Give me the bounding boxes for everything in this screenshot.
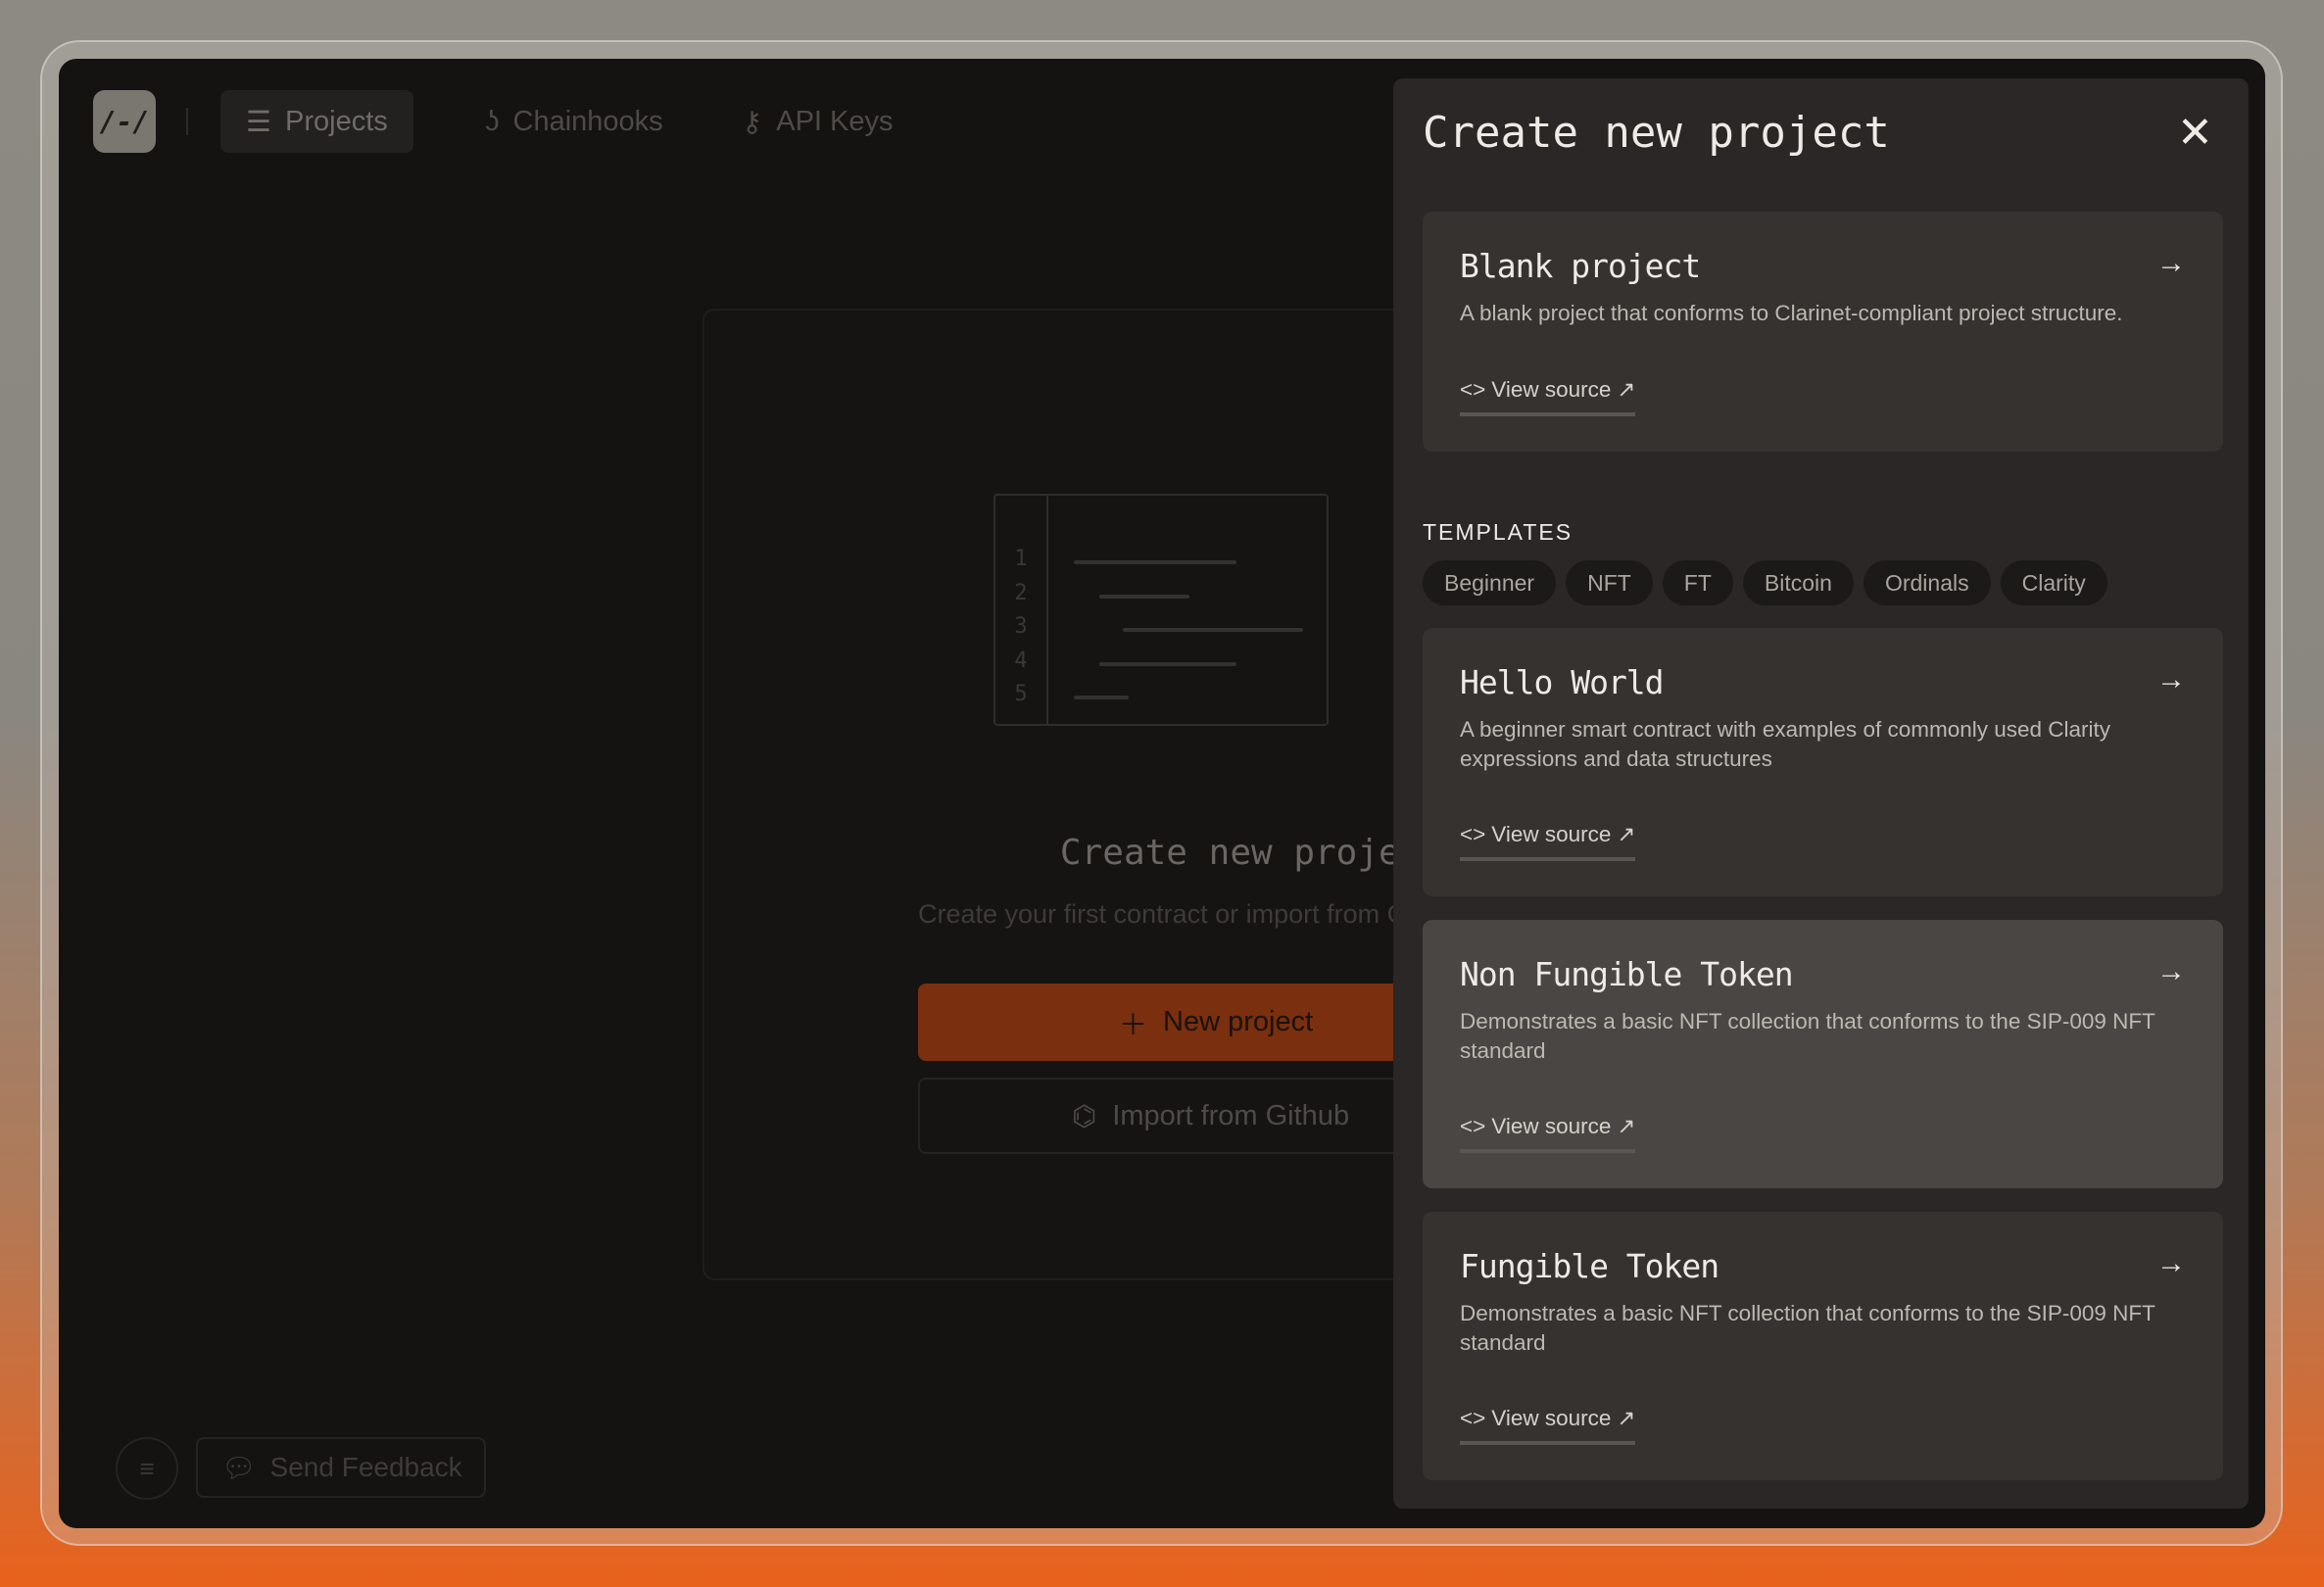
external-link-icon: ↗ bbox=[1617, 1114, 1636, 1138]
card-description: Demonstrates a basic NFT collection that… bbox=[1460, 1301, 2155, 1355]
send-feedback-button[interactable]: 💬︎ Send Feedback bbox=[196, 1437, 486, 1498]
chip-ordinals[interactable]: Ordinals bbox=[1863, 560, 1991, 605]
code-icon: <> bbox=[1460, 1114, 1486, 1138]
menu-button[interactable]: ≡ bbox=[116, 1437, 178, 1500]
menu-icon: ≡ bbox=[139, 1453, 155, 1483]
arrow-right-icon: → bbox=[2156, 1247, 2186, 1279]
card-title: Blank project bbox=[1460, 247, 1701, 285]
nav-chainhooks[interactable]: ʖ Chainhooks bbox=[460, 90, 689, 153]
code-icon: <> bbox=[1460, 822, 1486, 846]
divider bbox=[186, 108, 188, 135]
create-project-panel: Create new project ✕ Blank project → A b… bbox=[1393, 78, 2249, 1509]
chip-beginner[interactable]: Beginner bbox=[1423, 560, 1557, 605]
list-icon: ☰ bbox=[246, 106, 271, 138]
line-number: 3 bbox=[1014, 614, 1028, 639]
button-label: New project bbox=[1163, 1006, 1314, 1037]
link-label: View source bbox=[1491, 1114, 1612, 1138]
view-source-link[interactable]: <> View source ↗ bbox=[1460, 1114, 1636, 1153]
line-number: 1 bbox=[1014, 547, 1028, 571]
button-label: Import from Github bbox=[1112, 1099, 1350, 1131]
chip-bitcoin[interactable]: Bitcoin bbox=[1742, 560, 1854, 605]
card-description: A blank project that conforms to Clarine… bbox=[1460, 301, 2123, 325]
github-icon: ⌬ bbox=[1072, 1100, 1097, 1132]
arrow-right-icon: → bbox=[2156, 663, 2186, 696]
code-illustration: 1 2 3 4 5 bbox=[993, 494, 1329, 726]
card-description: A beginner smart contract with examples … bbox=[1460, 717, 2111, 771]
chip-ft[interactable]: FT bbox=[1662, 560, 1733, 605]
view-source-link[interactable]: <> View source ↗ bbox=[1460, 1406, 1636, 1445]
panel-title: Create new project bbox=[1423, 108, 1890, 158]
line-number: 4 bbox=[1014, 648, 1028, 673]
link-label: View source bbox=[1491, 377, 1612, 402]
card-description: Demonstrates a basic NFT collection that… bbox=[1460, 1009, 2155, 1063]
template-filters: Beginner NFT FT Bitcoin Ordinals Clarity bbox=[1423, 560, 2107, 605]
template-card-hello-world[interactable]: Hello World → A beginner smart contract … bbox=[1423, 628, 2223, 896]
plus-icon: ＋ bbox=[1119, 1009, 1148, 1041]
nav-label: Projects bbox=[285, 105, 388, 137]
nav-label: Chainhooks bbox=[512, 105, 663, 137]
button-label: Send Feedback bbox=[269, 1452, 462, 1482]
hook-icon: ʖ bbox=[485, 105, 500, 137]
card-title: Fungible Token bbox=[1460, 1247, 1719, 1285]
template-card-nft[interactable]: Non Fungible Token → Demonstrates a basi… bbox=[1423, 920, 2223, 1188]
external-link-icon: ↗ bbox=[1617, 822, 1636, 846]
card-title: Hello World bbox=[1460, 663, 1665, 701]
close-icon[interactable]: ✕ bbox=[2177, 108, 2213, 158]
chip-nft[interactable]: NFT bbox=[1566, 560, 1653, 605]
templates-label: TEMPLATES bbox=[1423, 519, 1574, 545]
blank-project-card[interactable]: Blank project → A blank project that con… bbox=[1423, 212, 2223, 452]
nav-projects[interactable]: ☰ Projects bbox=[220, 90, 413, 153]
logo[interactable]: /-/ bbox=[93, 90, 156, 153]
link-label: View source bbox=[1491, 1406, 1612, 1430]
code-icon: <> bbox=[1460, 377, 1486, 402]
chat-icon: 💬︎ bbox=[221, 1452, 257, 1483]
empty-state-subtitle: Create your first contract or import fro… bbox=[918, 899, 1470, 929]
nav-label: API Keys bbox=[776, 105, 894, 137]
key-icon: ⚷ bbox=[742, 106, 763, 138]
external-link-icon: ↗ bbox=[1617, 1406, 1636, 1430]
arrow-right-icon: → bbox=[2156, 247, 2186, 279]
chip-clarity[interactable]: Clarity bbox=[2000, 560, 2107, 605]
view-source-link[interactable]: <> View source ↗ bbox=[1460, 377, 1636, 416]
nav-api-keys[interactable]: ⚷ API Keys bbox=[716, 90, 919, 153]
external-link-icon: ↗ bbox=[1617, 377, 1636, 402]
view-source-link[interactable]: <> View source ↗ bbox=[1460, 822, 1636, 861]
card-title: Non Fungible Token bbox=[1460, 955, 1794, 993]
arrow-right-icon: → bbox=[2156, 955, 2186, 987]
code-icon: <> bbox=[1460, 1406, 1486, 1430]
line-number: 5 bbox=[1014, 682, 1028, 706]
template-card-ft[interactable]: Fungible Token → Demonstrates a basic NF… bbox=[1423, 1212, 2223, 1480]
link-label: View source bbox=[1491, 822, 1612, 846]
line-number: 2 bbox=[1014, 580, 1028, 605]
